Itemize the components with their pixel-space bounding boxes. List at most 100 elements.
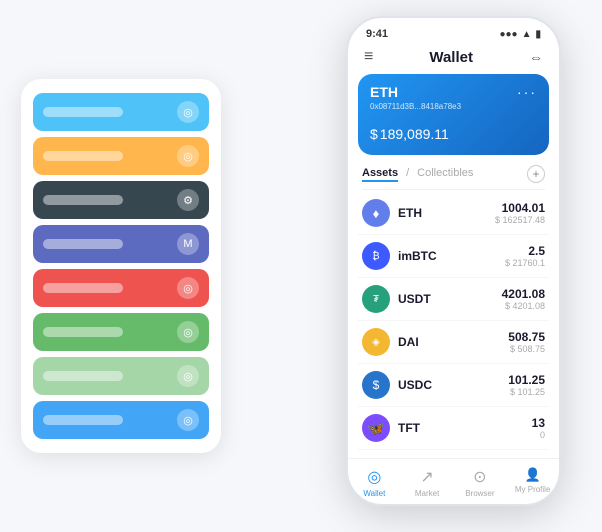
asset-item-usdc[interactable]: $ USDC 101.25 $ 101.25 [358, 364, 549, 407]
asset-amount-usdc: 101.25 [508, 373, 545, 387]
assets-header: Assets / Collectibles + [348, 165, 559, 189]
card-icon: ⚙ [177, 189, 199, 211]
status-icons: ●●● ▲ ▮ [499, 29, 541, 40]
eth-card-address: 0x08711d3B...8418a78e3 [370, 102, 537, 111]
nav-profile[interactable]: 👤 My Profile [506, 467, 559, 498]
asset-amounts-usdc: 101.25 $ 101.25 [508, 373, 545, 397]
asset-amounts-dai: 508.75 $ 508.75 [508, 330, 545, 354]
assets-tabs: Assets / Collectibles [362, 167, 473, 182]
eth-card-options[interactable]: ··· [517, 84, 537, 100]
eth-card-header: ETH ··· [370, 84, 537, 100]
asset-list: ♦ ETH 1004.01 $ 162517.48 ₿ imBTC 2.5 $ … [348, 192, 559, 458]
asset-amounts-usdt: 4201.08 $ 4201.08 [502, 287, 545, 311]
usdt-icon: ₮ [362, 285, 390, 313]
market-nav-icon: ↗ [420, 467, 433, 487]
asset-item-dai[interactable]: ◈ DAI 508.75 $ 508.75 [358, 321, 549, 364]
asset-name-dai: DAI [398, 335, 508, 349]
asset-amounts-imbtc: 2.5 $ 21760.1 [505, 244, 545, 268]
asset-item-imbtc[interactable]: ₿ imBTC 2.5 $ 21760.1 [358, 235, 549, 278]
status-bar: 9:41 ●●● ▲ ▮ [348, 18, 559, 44]
card-label [43, 151, 123, 161]
phone: 9:41 ●●● ▲ ▮ ≡ Wallet ⇔ ETH ··· 0x08711d… [346, 16, 561, 506]
usdc-icon: $ [362, 371, 390, 399]
asset-amount-tft: 13 [532, 416, 545, 430]
bottom-nav: ◎ Wallet ↗ Market ⊙ Browser 👤 My Profile [348, 458, 559, 504]
card-icon: ◎ [177, 321, 199, 343]
wifi-icon: ▲ [522, 29, 532, 40]
status-time: 9:41 [366, 28, 388, 40]
card-label [43, 239, 123, 249]
tab-collectibles[interactable]: Collectibles [417, 167, 473, 182]
asset-amount-eth: 1004.01 [495, 201, 545, 215]
card-stack: ◎ ◎ ⚙ M ◎ ◎ ◎ ◎ [21, 79, 221, 453]
asset-amounts-eth: 1004.01 $ 162517.48 [495, 201, 545, 225]
asset-name-usdc: USDC [398, 378, 508, 392]
menu-icon[interactable]: ≡ [364, 48, 373, 66]
tab-assets[interactable]: Assets [362, 167, 398, 182]
card-label [43, 107, 123, 117]
page-title: Wallet [429, 49, 473, 66]
nav-browser[interactable]: ⊙ Browser [454, 467, 507, 498]
card-label [43, 195, 123, 205]
expand-icon[interactable]: ⇔ [529, 49, 543, 65]
asset-name-tft: TFT [398, 421, 532, 435]
card-label [43, 371, 123, 381]
wallet-nav-icon: ◎ [367, 467, 381, 487]
asset-usd-usdc: $ 101.25 [508, 387, 545, 397]
asset-amount-imbtc: 2.5 [505, 244, 545, 258]
asset-item-tft[interactable]: 🦋 TFT 13 0 [358, 407, 549, 450]
asset-name-usdt: USDT [398, 292, 502, 306]
asset-name-eth: ETH [398, 206, 495, 220]
nav-wallet[interactable]: ◎ Wallet [348, 467, 401, 498]
eth-icon: ♦ [362, 199, 390, 227]
asset-usd-imbtc: $ 21760.1 [505, 258, 545, 268]
asset-name-imbtc: imBTC [398, 249, 505, 263]
asset-amount-dai: 508.75 [508, 330, 545, 344]
asset-usd-usdt: $ 4201.08 [502, 301, 545, 311]
card-label [43, 415, 123, 425]
asset-usd-eth: $ 162517.48 [495, 215, 545, 225]
nav-market[interactable]: ↗ Market [401, 467, 454, 498]
card-icon: ◎ [177, 145, 199, 167]
signal-icon: ●●● [499, 29, 517, 40]
asset-item-usdt[interactable]: ₮ USDT 4201.08 $ 4201.08 [358, 278, 549, 321]
market-nav-label: Market [415, 489, 439, 498]
battery-icon: ▮ [535, 29, 541, 40]
stack-card-4[interactable]: M [33, 225, 209, 263]
card-icon: ◎ [177, 101, 199, 123]
card-label [43, 283, 123, 293]
card-icon: M [177, 233, 199, 255]
browser-nav-label: Browser [465, 489, 494, 498]
asset-item-eth[interactable]: ♦ ETH 1004.01 $ 162517.48 [358, 192, 549, 235]
card-icon: ◎ [177, 409, 199, 431]
stack-card-3[interactable]: ⚙ [33, 181, 209, 219]
profile-nav-icon: 👤 [525, 467, 541, 483]
stack-card-5[interactable]: ◎ [33, 269, 209, 307]
card-icon: ◎ [177, 277, 199, 299]
asset-amounts-tft: 13 0 [532, 416, 545, 440]
browser-nav-icon: ⊙ [473, 467, 486, 487]
eth-card-currency: $ [370, 126, 378, 142]
card-icon: ◎ [177, 365, 199, 387]
tab-separator: / [406, 167, 409, 182]
card-label [43, 327, 123, 337]
stack-card-1[interactable]: ◎ [33, 93, 209, 131]
stack-card-6[interactable]: ◎ [33, 313, 209, 351]
stack-card-2[interactable]: ◎ [33, 137, 209, 175]
asset-usd-tft: 0 [532, 430, 545, 440]
eth-card-name: ETH [370, 84, 398, 100]
tft-icon: 🦋 [362, 414, 390, 442]
imbtc-icon: ₿ [362, 242, 390, 270]
stack-card-7[interactable]: ◎ [33, 357, 209, 395]
eth-card[interactable]: ETH ··· 0x08711d3B...8418a78e3 $189,089.… [358, 74, 549, 155]
dai-icon: ◈ [362, 328, 390, 356]
wallet-nav-label: Wallet [363, 489, 385, 498]
phone-header: ≡ Wallet ⇔ [348, 44, 559, 74]
asset-amount-usdt: 4201.08 [502, 287, 545, 301]
profile-nav-label: My Profile [515, 485, 551, 494]
stack-card-8[interactable]: ◎ [33, 401, 209, 439]
eth-card-balance: $189,089.11 [370, 119, 537, 145]
scene: ◎ ◎ ⚙ M ◎ ◎ ◎ ◎ [21, 16, 581, 516]
asset-usd-dai: $ 508.75 [508, 344, 545, 354]
add-asset-button[interactable]: + [527, 165, 545, 183]
